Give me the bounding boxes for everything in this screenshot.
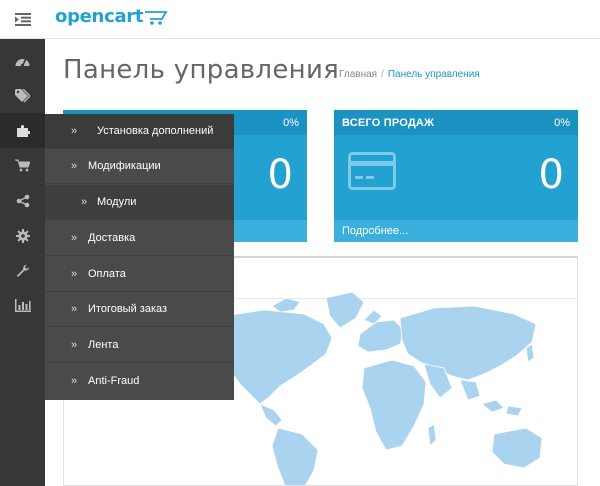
tile-more-link[interactable]: Подробнее... (342, 225, 408, 237)
menu-item-payment[interactable]: » Оплата (45, 257, 234, 292)
nav-reports[interactable] (0, 288, 45, 323)
wrench-icon (16, 264, 29, 277)
tile-title: ВСЕГО ПРОДАЖ (342, 117, 435, 129)
menu-item-label: Лента (88, 339, 119, 351)
nav-tools[interactable] (0, 253, 45, 288)
tile-total-sales: ВСЕГО ПРОДАЖ 0% 0 Подробнее... (334, 110, 578, 242)
nav-catalog[interactable] (0, 78, 45, 113)
opencart-logo[interactable]: opencart (55, 6, 168, 27)
tile-footer[interactable]: Подробнее... (334, 220, 578, 242)
tag-icon (15, 88, 30, 102)
chevron-right-icon: » (71, 160, 78, 172)
menu-item-label: Anti-Fraud (88, 375, 140, 387)
menu-item-label: Доставка (88, 232, 136, 244)
chevron-right-icon: » (71, 339, 78, 351)
menu-item-shipping[interactable]: » Доставка (45, 221, 234, 256)
menu-item-label: Модули (97, 196, 137, 208)
puzzle-icon (16, 124, 30, 137)
tile-value: 0 (267, 152, 293, 198)
menu-item-label: Оплата (88, 268, 126, 280)
tile-percent: 0% (554, 117, 570, 129)
tile-header: ВСЕГО ПРОДАЖ 0% (334, 110, 578, 135)
menu-item-label: Установка дополнений (97, 125, 214, 137)
breadcrumb-current[interactable]: Панель управления (388, 69, 480, 80)
sidebar (0, 39, 45, 486)
cart-icon (15, 159, 30, 172)
breadcrumb-home[interactable]: Главная (339, 69, 377, 80)
tile-value: 0 (538, 152, 564, 198)
bar-chart-icon (14, 299, 31, 312)
page-title: Панель управления (63, 55, 340, 85)
breadcrumb-separator: / (381, 69, 384, 80)
menu-item-anti-fraud[interactable]: » Anti-Fraud (45, 364, 234, 399)
logo-cart-icon (145, 11, 168, 25)
gear-icon (15, 228, 30, 243)
menu-item-modules[interactable]: » Модули (45, 185, 234, 220)
nav-marketing[interactable] (0, 183, 45, 218)
nav-extensions[interactable] (0, 113, 45, 148)
chevron-right-icon: » (71, 303, 78, 315)
nav-sales[interactable] (0, 148, 45, 183)
menu-indent-icon (14, 13, 31, 26)
chevron-right-icon: » (71, 268, 78, 280)
dashboard-icon (15, 58, 30, 67)
menu-toggle-button[interactable] (0, 0, 45, 39)
menu-item-feeds[interactable]: » Лента (45, 328, 234, 363)
credit-card-icon (348, 152, 396, 195)
nav-system[interactable] (0, 218, 45, 253)
chevron-right-icon: » (71, 125, 78, 137)
menu-item-modifications[interactable]: » Модификации (45, 149, 234, 184)
share-icon (16, 194, 29, 207)
breadcrumb: Главная / Панель управления (339, 69, 480, 80)
menu-item-installer[interactable]: » Установка дополнений (45, 114, 234, 149)
chevron-right-icon: » (71, 375, 78, 387)
menu-item-order-totals[interactable]: » Итоговый заказ (45, 292, 234, 327)
menu-item-label: Модификации (88, 160, 161, 172)
nav-dashboard[interactable] (0, 43, 45, 78)
extensions-flyout-menu: » Установка дополнений » Модификации » М… (45, 114, 234, 400)
tile-percent: 0% (283, 117, 299, 129)
menu-item-label: Итоговый заказ (88, 303, 168, 315)
logo-text: opencart (55, 6, 144, 27)
chevron-right-icon: » (81, 196, 88, 208)
chevron-right-icon: » (71, 232, 78, 244)
header: opencart (0, 0, 600, 39)
